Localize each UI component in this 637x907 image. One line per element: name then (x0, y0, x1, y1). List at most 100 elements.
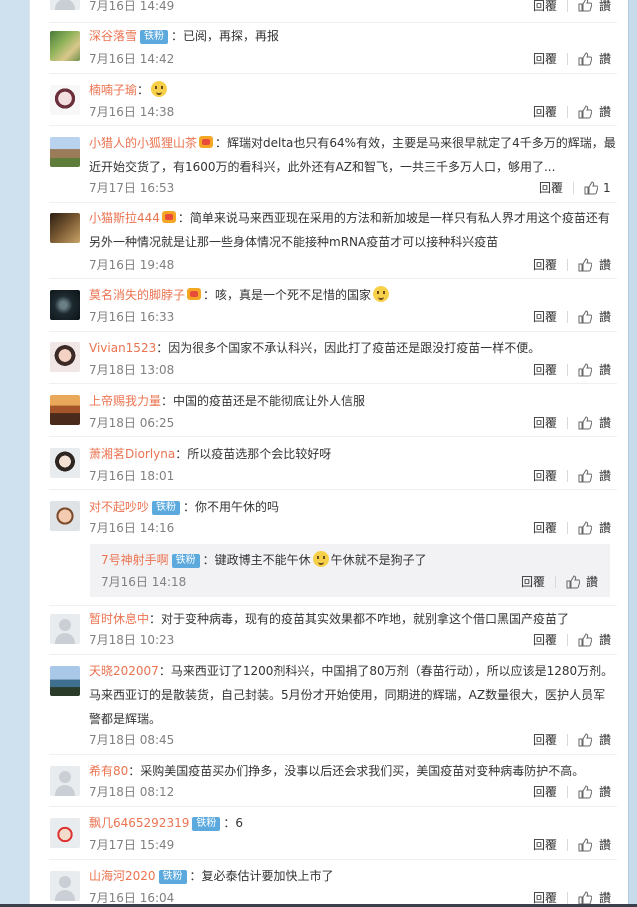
fan-badge[interactable]: 铁粉 (152, 501, 181, 515)
reply-button[interactable]: 回覆 (533, 468, 557, 484)
reply-button[interactable]: 回覆 (533, 837, 557, 853)
like-label[interactable]: 讚 (599, 104, 611, 120)
like-label[interactable]: 讚 (599, 0, 611, 14)
like-icon[interactable] (578, 310, 592, 324)
avatar[interactable] (50, 290, 80, 320)
like-label[interactable]: 讚 (599, 784, 611, 800)
username-link[interactable]: 萧湘茗Diorlyna (89, 447, 175, 461)
comment-text: 莫名消失的脚脖子 ：咳，真是一个死不足惜的国家 (89, 283, 619, 307)
avatar[interactable] (50, 766, 80, 796)
like-label[interactable]: 讚 (586, 574, 598, 590)
like-count[interactable]: 1 (603, 180, 611, 196)
comment-body-cont: 午休就不是狗子了 (330, 553, 427, 567)
reply-button[interactable]: 回覆 (533, 784, 557, 800)
username-link[interactable]: 莫名消失的脚脖子 (89, 288, 185, 302)
username-link[interactable]: 深谷落雪 (89, 29, 137, 43)
like-icon[interactable] (578, 0, 592, 12)
username-link[interactable]: 天晓202007 (89, 664, 159, 678)
reply-button[interactable]: 回覆 (533, 732, 557, 748)
fan-badge[interactable]: 铁粉 (140, 30, 169, 44)
comment-body: ：复必泰估计要加快上市了 (189, 869, 334, 883)
username-link[interactable]: Vivian1523 (89, 341, 156, 355)
comment-text: 深谷落雪 铁粉 ：已阅，再探，再报 (89, 24, 619, 48)
avatar[interactable] (50, 666, 80, 696)
like-icon[interactable] (578, 785, 592, 799)
comment-body: ：中国的疫苗还是不能彻底让外人信服 (161, 394, 366, 408)
comment-time: 7月18日 06:25 (89, 416, 175, 430)
avatar[interactable] (50, 31, 80, 61)
avatar[interactable] (50, 395, 80, 425)
reply-button[interactable]: 回覆 (533, 632, 557, 648)
reply-button[interactable]: 回覆 (539, 180, 563, 196)
comment-body-cont: 另外一种情况就是让那一些身体情况不能接种mRNA疫苗才可以接种科兴疫苗 (89, 235, 499, 249)
like-icon[interactable] (578, 258, 592, 272)
emoji-icon (312, 551, 329, 567)
username-link[interactable]: 飘几6465292319 (89, 816, 189, 830)
sub-reply-text: 7号神射手啊 铁粉 ：键政博主不能午休 午休就不是狗子了 (101, 548, 601, 572)
username-link[interactable]: 小猎人的小狐狸山茶 (89, 136, 197, 150)
like-icon[interactable] (578, 416, 592, 430)
reply-button[interactable]: 回覆 (533, 309, 557, 325)
avatar[interactable] (50, 342, 80, 372)
like-label[interactable]: 讚 (599, 837, 611, 853)
username-link[interactable]: 楠喃子瑜 (89, 83, 137, 97)
emoji-icon (151, 81, 168, 97)
like-icon[interactable] (578, 105, 592, 119)
reply-button[interactable]: 回覆 (533, 104, 557, 120)
like-label[interactable]: 讚 (599, 257, 611, 273)
avatar[interactable] (50, 818, 80, 848)
separator (567, 634, 568, 646)
reply-button[interactable]: 回覆 (533, 257, 557, 273)
like-icon[interactable] (566, 575, 580, 589)
separator (567, 786, 568, 798)
like-icon[interactable] (578, 838, 592, 852)
reply-button[interactable]: 回覆 (533, 362, 557, 378)
avatar[interactable] (50, 501, 80, 531)
fan-badge[interactable]: 铁粉 (171, 554, 200, 568)
like-icon[interactable] (578, 633, 592, 647)
like-icon[interactable] (578, 733, 592, 747)
fan-badge[interactable]: 铁粉 (158, 870, 187, 884)
like-label[interactable]: 讚 (599, 632, 611, 648)
fan-badge[interactable]: 铁粉 (192, 817, 221, 831)
avatar[interactable] (50, 137, 80, 167)
like-label[interactable]: 讚 (599, 51, 611, 67)
like-icon[interactable] (578, 52, 592, 66)
username-link[interactable]: 希有80 (89, 764, 128, 778)
comment-text: 萧湘茗Diorlyna：所以疫苗选那个会比较好呀 (89, 442, 619, 466)
separator (567, 0, 568, 12)
like-label[interactable]: 讚 (599, 309, 611, 325)
avatar[interactable] (50, 871, 80, 901)
separator (567, 470, 568, 482)
reply-button[interactable]: 回覆 (533, 0, 557, 14)
like-label[interactable]: 讚 (599, 362, 611, 378)
username-link[interactable]: 对不起吵吵 (89, 500, 149, 514)
like-icon[interactable] (578, 521, 592, 535)
comment-text: 小猫斯拉444 ：简单来说马来西亚现在采用的方法和新加坡是一样只有私人界才用这个疫… (89, 206, 619, 254)
like-label[interactable]: 讚 (599, 415, 611, 431)
avatar[interactable] (50, 614, 80, 644)
reply-button[interactable]: 回覆 (533, 51, 557, 67)
comment-body: ：简单来说马来西亚现在采用的方法和新加坡是一样只有私人界才用这个疫苗还有 (177, 211, 610, 225)
like-label[interactable]: 讚 (599, 468, 611, 484)
reply-button[interactable]: 回覆 (533, 415, 557, 431)
like-icon[interactable] (578, 363, 592, 377)
username-link[interactable]: 7号神射手啊 (101, 553, 169, 567)
like-label[interactable]: 讚 (599, 520, 611, 536)
like-icon[interactable] (584, 181, 598, 195)
reply-button[interactable]: 回覆 (533, 520, 557, 536)
reply-button[interactable]: 回覆 (521, 574, 545, 590)
avatar[interactable] (50, 85, 80, 115)
avatar[interactable] (50, 448, 80, 478)
like-icon[interactable] (578, 469, 592, 483)
avatar[interactable] (50, 213, 80, 243)
like-icon[interactable] (578, 891, 592, 905)
avatar[interactable] (50, 0, 80, 10)
username-link[interactable]: 小猫斯拉444 (89, 211, 160, 225)
separator (567, 364, 568, 376)
username-link[interactable]: 山海河2020 (89, 869, 156, 883)
comment-time: 7月18日 13:08 (89, 363, 175, 377)
like-label[interactable]: 讚 (599, 732, 611, 748)
username-link[interactable]: 上帝赐我力量 (89, 394, 161, 408)
username-link[interactable]: 暂时休息中 (89, 612, 149, 626)
